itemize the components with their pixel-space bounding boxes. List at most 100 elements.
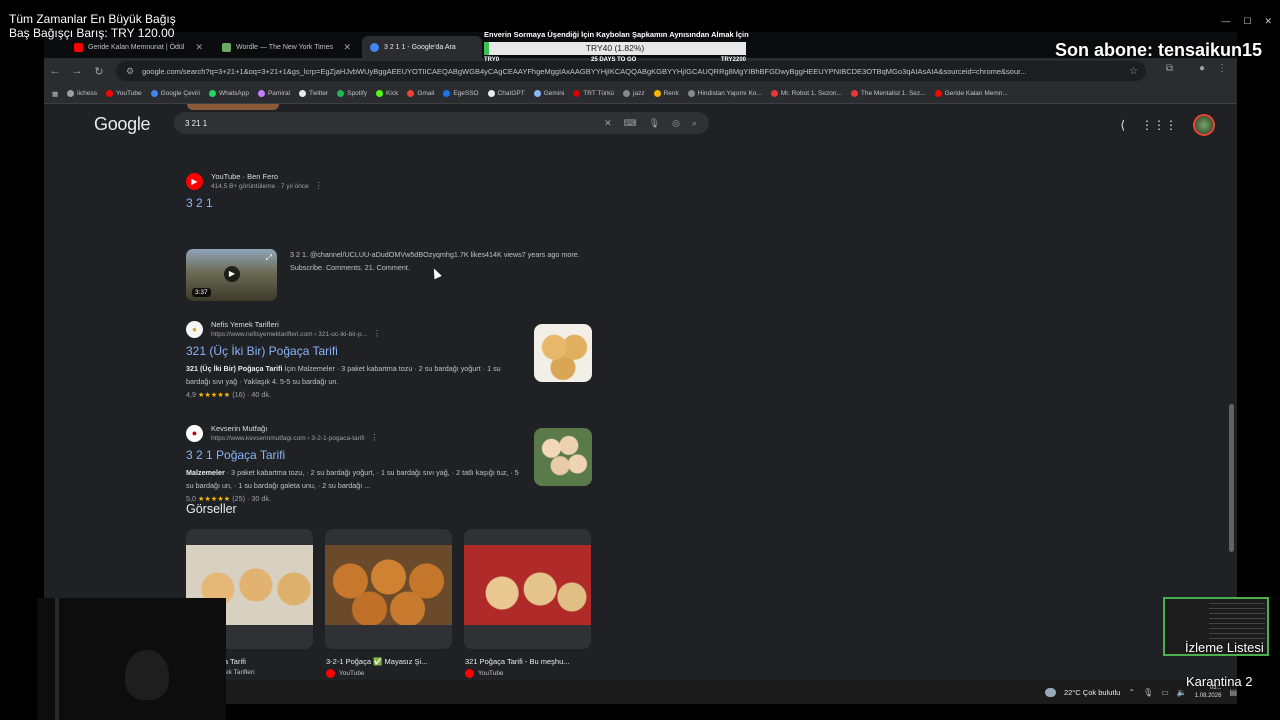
result-header[interactable]: ● Kevserin Mutfağı https://www.kevserinm… xyxy=(186,424,526,442)
search-result-kevserin: ● Kevserin Mutfağı https://www.kevserinm… xyxy=(186,424,526,503)
forward-icon[interactable]: → xyxy=(66,65,88,77)
kick-icon xyxy=(376,90,384,97)
result-header[interactable]: ● Nefis Yemek Tarifleri https://www.nefi… xyxy=(186,320,526,338)
play-icon[interactable]: ▶ xyxy=(224,266,240,282)
url-text: google.com/search?q=3+21+1&oq=3+21+1&gs_… xyxy=(142,66,1027,76)
bookmark-label: Renk xyxy=(663,90,679,97)
google-icon xyxy=(370,42,379,52)
minimize-icon[interactable]: — xyxy=(1221,16,1230,27)
image-thumbnail xyxy=(325,545,452,625)
bookmark-star-icon[interactable]: ☆ xyxy=(1129,66,1138,77)
extensions-icon[interactable]: ⧉ xyxy=(1166,63,1173,74)
weather-text[interactable]: 22°C Çok bulutlu xyxy=(1064,688,1120,697)
close-icon[interactable]: ✕ xyxy=(1264,16,1272,27)
bookmark-mentalist[interactable]: The Mentalist 1. Sez... xyxy=(850,90,926,97)
goal-value: TRY40 (1.82%) xyxy=(585,43,645,53)
result-title[interactable]: 3 2 1 Poğaça Tarifi xyxy=(186,448,526,462)
image-caption[interactable]: 3-2-1 Poğaça ✅ Mayasız Şi... xyxy=(326,657,427,666)
bookmark-google-ceviri[interactable]: Google Çeviri xyxy=(150,90,200,97)
bookmark-geride-kalan[interactable]: Geride Kalan Memn... xyxy=(934,90,1008,97)
bookmark-mr-robot[interactable]: Mr. Robot 1. Sezon... xyxy=(770,90,842,97)
result-source: Nefis Yemek Tarifleri https://www.nefisy… xyxy=(211,320,381,338)
search-icon[interactable]: ⌕ xyxy=(692,118,697,129)
bookmark-twitter[interactable]: Twitter xyxy=(299,90,328,97)
bookmark-gemini[interactable]: Gemini xyxy=(533,90,564,97)
close-tab-icon[interactable]: ✕ xyxy=(343,42,351,53)
profile-icon[interactable]: ● xyxy=(1199,63,1205,74)
top-donation-overlay: Tüm Zamanlar En Büyük Bağış Baş Bağışçı … xyxy=(9,12,176,40)
bookmark-label: YouTube xyxy=(116,90,142,97)
tab-google-search[interactable]: 3 2 1 1 - Google'da Ara xyxy=(362,36,482,58)
bookmark-label: Gmail xyxy=(417,90,435,97)
result-image-nefis[interactable] xyxy=(534,324,592,382)
bookmark-pamiral[interactable]: Pamiral xyxy=(257,90,290,97)
result-snippet: Malzemeler · 3 paket kabartma tozu, · 2 … xyxy=(186,466,526,492)
lens-icon[interactable]: ◎ xyxy=(672,118,680,129)
result-header[interactable]: ▶ YouTube · Ben Fero 414,5 B+ görüntülem… xyxy=(186,172,586,190)
mic-icon[interactable]: 🎙 xyxy=(1143,688,1153,697)
clear-icon[interactable]: ✕ xyxy=(604,118,612,129)
search-box[interactable]: 3 21 1 ✕ ⌨ 🎙 ◎ ⌕ xyxy=(174,112,709,134)
bookmark-chatgpt[interactable]: ChatGPT xyxy=(487,90,525,97)
bookmark-spotify[interactable]: Spotify xyxy=(337,90,367,97)
donation-title: Tüm Zamanlar En Büyük Bağış xyxy=(9,12,176,26)
image-caption[interactable]: 321 Poğaça Tarifi - Bu meşhu... xyxy=(465,657,570,666)
images-section-heading[interactable]: Görseller xyxy=(186,502,237,516)
result-url: https://www.kevserinmutfagi.com › 3-2-1-… xyxy=(211,435,365,442)
previous-result-thumbnail xyxy=(187,104,279,110)
tab-wordle[interactable]: Wordle — The New York Times ✕ xyxy=(214,36,359,58)
bookmark-lichess[interactable]: lichess xyxy=(67,90,97,97)
rating-value: 4,9 xyxy=(186,390,196,399)
back-icon[interactable]: ← xyxy=(44,65,66,77)
result-image-kevserin[interactable] xyxy=(534,428,592,486)
bookmark-renk[interactable]: Renk xyxy=(653,90,679,97)
bookmark-label: TRT Türkü xyxy=(583,90,615,97)
maximize-icon[interactable]: ☐ xyxy=(1243,16,1251,27)
result-title[interactable]: 3 2 1 xyxy=(186,196,586,210)
lichess-icon xyxy=(67,90,75,97)
video-thumbnail[interactable]: ⤢ ▶ 3:37 xyxy=(186,249,277,301)
more-options-icon[interactable]: ⋮ xyxy=(373,329,381,338)
bookmark-kick[interactable]: Kick xyxy=(376,90,398,97)
expand-icon[interactable]: ⤢ xyxy=(266,253,272,263)
webcam-background-frame xyxy=(55,598,59,720)
site-info-icon[interactable]: ⚙ xyxy=(126,66,134,77)
kevserin-logo-icon: ● xyxy=(186,424,203,442)
apps-grid-icon[interactable]: ⋮⋮⋮ xyxy=(1141,118,1177,132)
apps-icon[interactable]: ▦ xyxy=(52,90,58,98)
bookmark-label: ChatGPT xyxy=(497,90,525,97)
image-card[interactable] xyxy=(464,529,591,649)
avatar[interactable] xyxy=(1193,114,1215,136)
donation-goal-widget: Enverin Sormaya Üşendiği İçin Kaybolan Ş… xyxy=(484,30,749,65)
more-options-icon[interactable]: ⋮ xyxy=(371,433,379,442)
more-options-icon[interactable]: ⋮ xyxy=(315,181,323,190)
close-tab-icon[interactable]: ✕ xyxy=(195,42,203,53)
bookmark-trt-turku[interactable]: TRT Türkü xyxy=(573,90,614,97)
bookmark-whatsapp[interactable]: WhatsApp xyxy=(208,90,249,97)
image-thumbnail xyxy=(464,545,591,625)
reload-icon[interactable]: ↻ xyxy=(88,65,110,78)
result-meta: https://www.nefisyemektarifleri.com › 32… xyxy=(211,329,381,338)
bookmark-youtube[interactable]: YouTube xyxy=(106,90,142,97)
keyboard-icon[interactable]: ⌨ xyxy=(624,118,637,129)
bookmark-label: Twitter xyxy=(309,90,329,97)
bookmark-jazz[interactable]: jazz xyxy=(623,90,645,97)
search-box-icons: ✕ ⌨ 🎙 ◎ ⌕ xyxy=(604,118,697,129)
image-card[interactable] xyxy=(325,529,452,649)
goal-title: Enverin Sormaya Üşendiği İçin Kaybolan Ş… xyxy=(484,30,749,39)
google-logo[interactable]: Google xyxy=(94,114,151,135)
trt-icon xyxy=(573,90,581,97)
mic-icon[interactable]: 🎙 xyxy=(649,118,660,129)
menu-icon[interactable]: ⋮ xyxy=(1217,63,1227,74)
result-title[interactable]: 321 (Üç İki Bir) Poğaça Tarifi xyxy=(186,344,526,358)
share-icon[interactable]: ⟨ xyxy=(1120,118,1125,132)
chevron-up-icon[interactable]: ⌃ xyxy=(1128,688,1135,697)
bookmark-hindistan[interactable]: Hindistan Yapımı Ko... xyxy=(687,90,762,97)
chatgpt-icon xyxy=(487,90,495,97)
network-icon[interactable]: ▭ xyxy=(1161,688,1169,697)
image-source-name: YouTube xyxy=(478,670,504,677)
page-scrollbar[interactable] xyxy=(1229,404,1234,552)
youtube-icon xyxy=(934,90,942,97)
bookmark-egesso[interactable]: EgeSSO xyxy=(443,90,479,97)
bookmark-gmail[interactable]: Gmail xyxy=(407,90,434,97)
